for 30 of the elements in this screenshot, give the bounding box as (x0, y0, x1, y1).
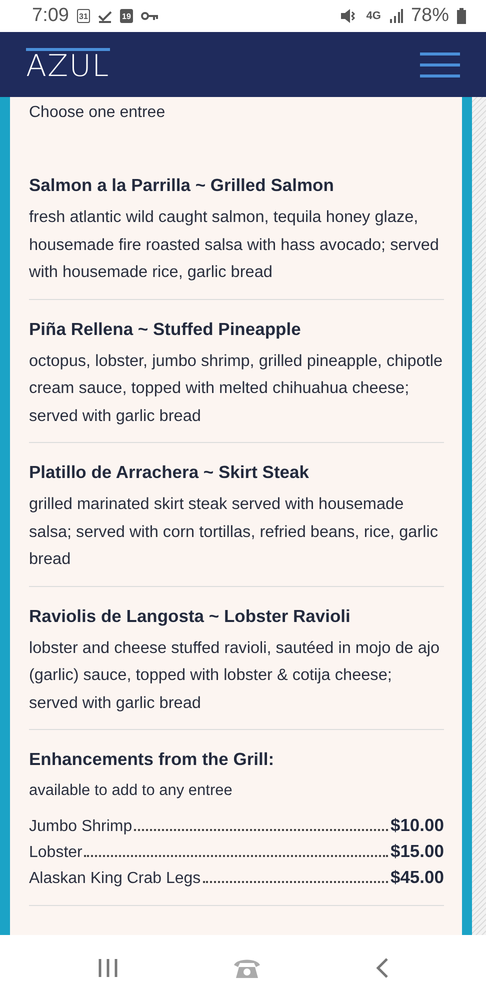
recent-apps-icon[interactable] (96, 958, 119, 978)
addon-price: $10.00 (390, 814, 444, 837)
battery-icon (457, 8, 466, 24)
checkmark-icon (98, 9, 112, 23)
menu-icon[interactable] (420, 52, 460, 78)
dish-description: lobster and cheese stuffed ravioli, sautéed in mojo de ajo (garlic) sauce, topped with lobster & cotija cheese; served with garlic bread (29, 638, 441, 714)
calendar-icon: 19 (120, 9, 133, 23)
key-icon (140, 11, 159, 21)
signal-icon (388, 9, 403, 23)
battery-percent: 78% (410, 5, 449, 27)
addon-name: Lobster (29, 843, 82, 863)
section-note: available to add to any entree (29, 781, 234, 801)
addon-price: $15.00 (390, 840, 444, 863)
dish-name: Platillo de Arrachera ~ Skirt Steak (29, 461, 310, 484)
back-icon[interactable] (375, 956, 390, 978)
calendar-icon: 31 (76, 9, 90, 23)
dish-name: Salmon a la Parrilla ~ Grilled Salmon (29, 174, 335, 197)
network-label: 4G (366, 10, 381, 22)
dish-description: octopus, lobster, jumbo shrimp, grilled pineapple, chipotle cream sauce, topped with melted chihuahua cheese; served with garlic bread (29, 350, 444, 426)
addon-name: Jumbo Shrimp (29, 817, 132, 837)
logo[interactable]: AZUL (26, 48, 110, 82)
section-title: Enhancements from the Grill: (29, 748, 276, 771)
addon-name: Alaskan King Crab Legs (29, 869, 201, 889)
status-time: 7:09 (32, 5, 69, 27)
dish-description: fresh atlantic wild caught salmon, tequila honey glaze, housemade fire roasted salsa with hass avocado; served with housemade rice, garlic bread (29, 207, 440, 283)
dish-name: Raviolis de Langosta ~ Lobster Ravioli (29, 604, 352, 628)
menu-intro: Choose one entree (29, 103, 166, 123)
dish-name: Piña Rellena ~ Stuffed Pineapple (29, 318, 302, 340)
dish-description: grilled marinated skirt steak served with housemade salsa; served with corn tortillas, refried beans, rice, garlic bread (29, 494, 440, 570)
addon-price: $45.00 (390, 866, 444, 889)
